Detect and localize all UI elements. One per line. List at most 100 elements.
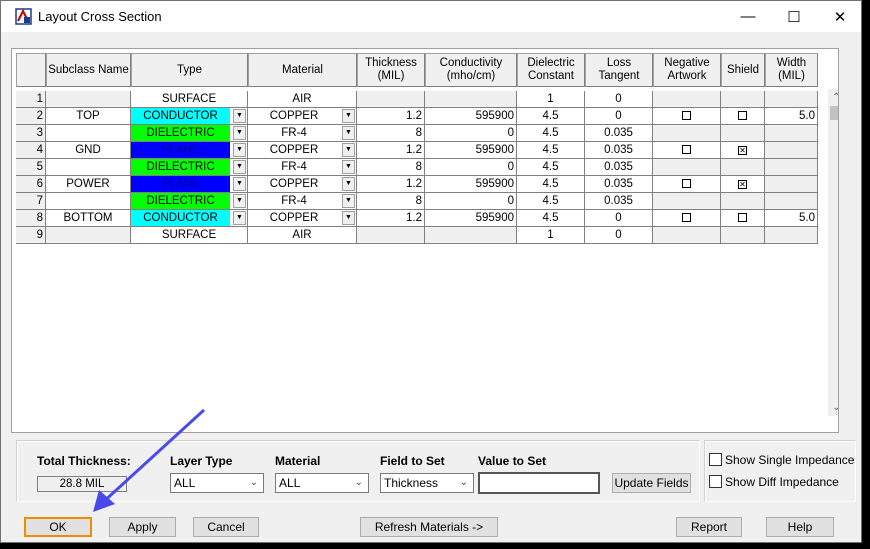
material-cell[interactable]: FR-4 ▼ [248,125,357,142]
shield-checkbox[interactable] [738,213,747,222]
negative-artwork-checkbox[interactable] [682,111,691,120]
shield-cell[interactable] [721,210,765,227]
conductivity-cell[interactable]: 595900 [425,142,517,159]
loss-tangent-cell[interactable]: 0.035 [585,176,653,193]
dielectric-constant-cell[interactable]: 4.5 [517,142,585,159]
subclass-name-cell[interactable]: POWER [46,176,131,193]
negative-artwork-checkbox[interactable] [682,145,691,154]
scroll-up-icon[interactable]: ⌃ [828,89,838,106]
show-diff-impedance-checkbox[interactable] [709,475,722,488]
loss-tangent-cell[interactable]: 0.035 [585,159,653,176]
type-cell[interactable]: PLANE ▼ [131,176,248,193]
loss-tangent-cell[interactable]: 0.035 [585,125,653,142]
thickness-cell[interactable]: 1.2 [357,108,425,125]
width-cell[interactable] [765,227,818,244]
dropdown-arrow-icon[interactable]: ▼ [342,194,355,208]
type-cell[interactable]: DIELECTRIC ▼ [131,193,248,210]
subclass-name-cell[interactable]: GND [46,142,131,159]
dropdown-arrow-icon[interactable]: ▼ [342,160,355,174]
width-cell[interactable] [765,159,818,176]
subclass-name-cell[interactable] [46,193,131,210]
dielectric-constant-cell[interactable]: 4.5 [517,125,585,142]
loss-tangent-cell[interactable]: 0 [585,210,653,227]
negative-artwork-cell[interactable] [653,142,721,159]
width-cell[interactable]: 5.0 [765,210,818,227]
conductivity-cell[interactable]: 0 [425,159,517,176]
conductivity-cell[interactable] [425,91,517,108]
negative-artwork-cell[interactable] [653,193,721,210]
dropdown-arrow-icon[interactable]: ▼ [342,126,355,140]
width-cell[interactable]: 5.0 [765,108,818,125]
conductivity-cell[interactable]: 0 [425,125,517,142]
dropdown-arrow-icon[interactable]: ▼ [342,211,355,225]
thickness-cell[interactable] [357,227,425,244]
dielectric-constant-cell[interactable]: 4.5 [517,193,585,210]
vertical-scrollbar[interactable]: ⌃ ⌄ [828,89,838,416]
close-button[interactable]: ✕ [817,1,863,32]
material-cell[interactable]: COPPER ▼ [248,142,357,159]
shield-cell[interactable] [721,227,765,244]
dielectric-constant-cell[interactable]: 1 [517,91,585,108]
loss-tangent-cell[interactable]: 0.035 [585,193,653,210]
shield-cell[interactable] [721,91,765,108]
dielectric-constant-cell[interactable]: 4.5 [517,159,585,176]
maximize-button[interactable]: ☐ [771,1,817,32]
type-cell[interactable]: CONDUCTOR ▼ [131,108,248,125]
thickness-cell[interactable]: 8 [357,159,425,176]
loss-tangent-cell[interactable]: 0 [585,227,653,244]
material-cell[interactable]: AIR [248,91,357,108]
shield-cell[interactable]: ✕ [721,176,765,193]
negative-artwork-cell[interactable] [653,108,721,125]
thickness-cell[interactable]: 1.2 [357,210,425,227]
shield-cell[interactable] [721,159,765,176]
width-cell[interactable] [765,193,818,210]
vertical-scroll-thumb[interactable] [830,106,838,120]
subclass-name-cell[interactable] [46,227,131,244]
shield-checkbox[interactable] [738,111,747,120]
update-fields-button[interactable]: Update Fields [612,473,691,493]
material-select[interactable]: ALL ⌄ [275,473,369,493]
shield-cell[interactable] [721,125,765,142]
material-cell[interactable]: COPPER ▼ [248,176,357,193]
negative-artwork-cell[interactable] [653,159,721,176]
type-cell[interactable]: SURFACE [131,227,248,244]
dropdown-arrow-icon[interactable]: ▼ [342,177,355,191]
minimize-button[interactable]: — [725,1,771,32]
conductivity-cell[interactable] [425,227,517,244]
negative-artwork-checkbox[interactable] [682,179,691,188]
subclass-name-cell[interactable] [46,125,131,142]
dropdown-arrow-icon[interactable]: ▼ [342,143,355,157]
conductivity-cell[interactable]: 595900 [425,108,517,125]
negative-artwork-cell[interactable] [653,176,721,193]
material-cell[interactable]: AIR [248,227,357,244]
conductivity-cell[interactable]: 595900 [425,176,517,193]
subclass-name-cell[interactable]: TOP [46,108,131,125]
type-cell[interactable]: CONDUCTOR ▼ [131,210,248,227]
thickness-cell[interactable] [357,91,425,108]
dropdown-arrow-icon[interactable]: ▼ [233,126,246,140]
loss-tangent-cell[interactable]: 0 [585,91,653,108]
shield-cell[interactable]: ✕ [721,142,765,159]
thickness-cell[interactable]: 1.2 [357,142,425,159]
field-to-set-select[interactable]: Thickness ⌄ [380,473,474,493]
type-cell[interactable]: DIELECTRIC ▼ [131,125,248,142]
refresh-materials-button[interactable]: Refresh Materials -> [360,517,498,537]
width-cell[interactable] [765,176,818,193]
conductivity-cell[interactable]: 595900 [425,210,517,227]
shield-cell[interactable] [721,193,765,210]
type-cell[interactable]: PLANE ▼ [131,142,248,159]
thickness-cell[interactable]: 8 [357,125,425,142]
material-cell[interactable]: COPPER ▼ [248,108,357,125]
subclass-name-cell[interactable]: BOTTOM [46,210,131,227]
negative-artwork-cell[interactable] [653,91,721,108]
dropdown-arrow-icon[interactable]: ▼ [233,160,246,174]
shield-checkbox[interactable]: ✕ [738,180,747,189]
thickness-cell[interactable]: 8 [357,193,425,210]
loss-tangent-cell[interactable]: 0 [585,108,653,125]
dielectric-constant-cell[interactable]: 4.5 [517,176,585,193]
dielectric-constant-cell[interactable]: 4.5 [517,108,585,125]
dropdown-arrow-icon[interactable]: ▼ [233,194,246,208]
subclass-name-cell[interactable] [46,91,131,108]
width-cell[interactable] [765,142,818,159]
dielectric-constant-cell[interactable]: 4.5 [517,210,585,227]
